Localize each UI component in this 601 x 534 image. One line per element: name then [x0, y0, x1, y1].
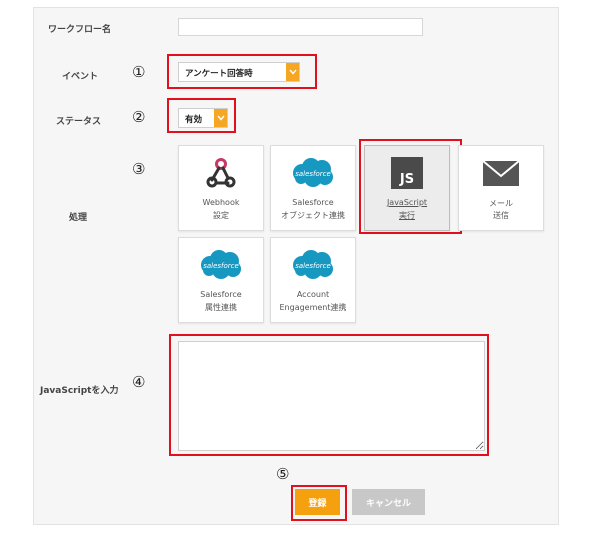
salesforce-logo-text: salesforce — [295, 170, 331, 178]
chevron-down-icon — [214, 109, 227, 127]
webhook-icon — [179, 156, 263, 190]
card-title: Salesforce — [292, 198, 334, 207]
marker-5: ⑤ — [276, 465, 290, 483]
marker-1: ① — [132, 63, 146, 81]
status-label: ステータス — [56, 117, 102, 127]
marker-3: ③ — [132, 160, 146, 178]
event-label: イベント — [62, 72, 99, 82]
javascript-textarea[interactable] — [178, 341, 485, 451]
salesforce-logo-text: salesforce — [203, 262, 239, 270]
card-webhook[interactable]: Webhook 設定 — [178, 145, 264, 231]
card-subtitle: 属性連携 — [205, 303, 237, 312]
card-title: Account — [296, 290, 330, 299]
card-account-engagement[interactable]: salesforce Account Engagement連携 — [270, 237, 356, 323]
workflow-name-input[interactable] — [178, 18, 423, 36]
card-title: JavaScript — [386, 198, 428, 207]
workflow-name-label: ワークフロー名 — [48, 25, 112, 35]
status-select-value: 有効 — [185, 115, 203, 125]
status-select[interactable]: 有効 — [178, 108, 228, 128]
card-salesforce-attribute[interactable]: salesforce Salesforce 属性連携 — [178, 237, 264, 323]
card-subtitle: 設定 — [213, 211, 229, 220]
javascript-icon: JS — [365, 156, 449, 190]
card-subtitle: 送信 — [493, 211, 509, 220]
event-select-value: アンケート回答時 — [185, 69, 253, 79]
marker-2: ② — [132, 108, 146, 126]
card-subtitle: 実行 — [399, 211, 415, 220]
card-title: メール — [489, 199, 513, 208]
salesforce-logo: salesforce — [271, 156, 355, 190]
salesforce-logo: salesforce — [271, 248, 355, 282]
submit-button[interactable]: 登録 — [295, 489, 340, 515]
javascript-icon-text: JS — [399, 172, 414, 187]
marker-4: ④ — [132, 373, 146, 391]
card-subtitle: Engagement連携 — [279, 303, 347, 312]
card-salesforce-object[interactable]: salesforce Salesforce オブジェクト連携 — [270, 145, 356, 231]
salesforce-logo: salesforce — [179, 248, 263, 282]
event-select[interactable]: アンケート回答時 — [178, 62, 300, 82]
cancel-button[interactable]: キャンセル — [352, 489, 425, 515]
chevron-down-icon — [286, 63, 299, 81]
js-input-label: JavaScriptを入力 — [40, 386, 119, 396]
card-mail[interactable]: メール 送信 — [458, 145, 544, 231]
mail-icon — [459, 156, 543, 190]
card-subtitle: オブジェクト連携 — [281, 211, 345, 220]
card-title: Salesforce — [200, 290, 242, 299]
card-javascript[interactable]: JS JavaScript 実行 — [364, 145, 450, 231]
salesforce-logo-text: salesforce — [295, 262, 331, 270]
card-title: Webhook — [202, 198, 240, 207]
process-label: 処理 — [69, 213, 88, 223]
